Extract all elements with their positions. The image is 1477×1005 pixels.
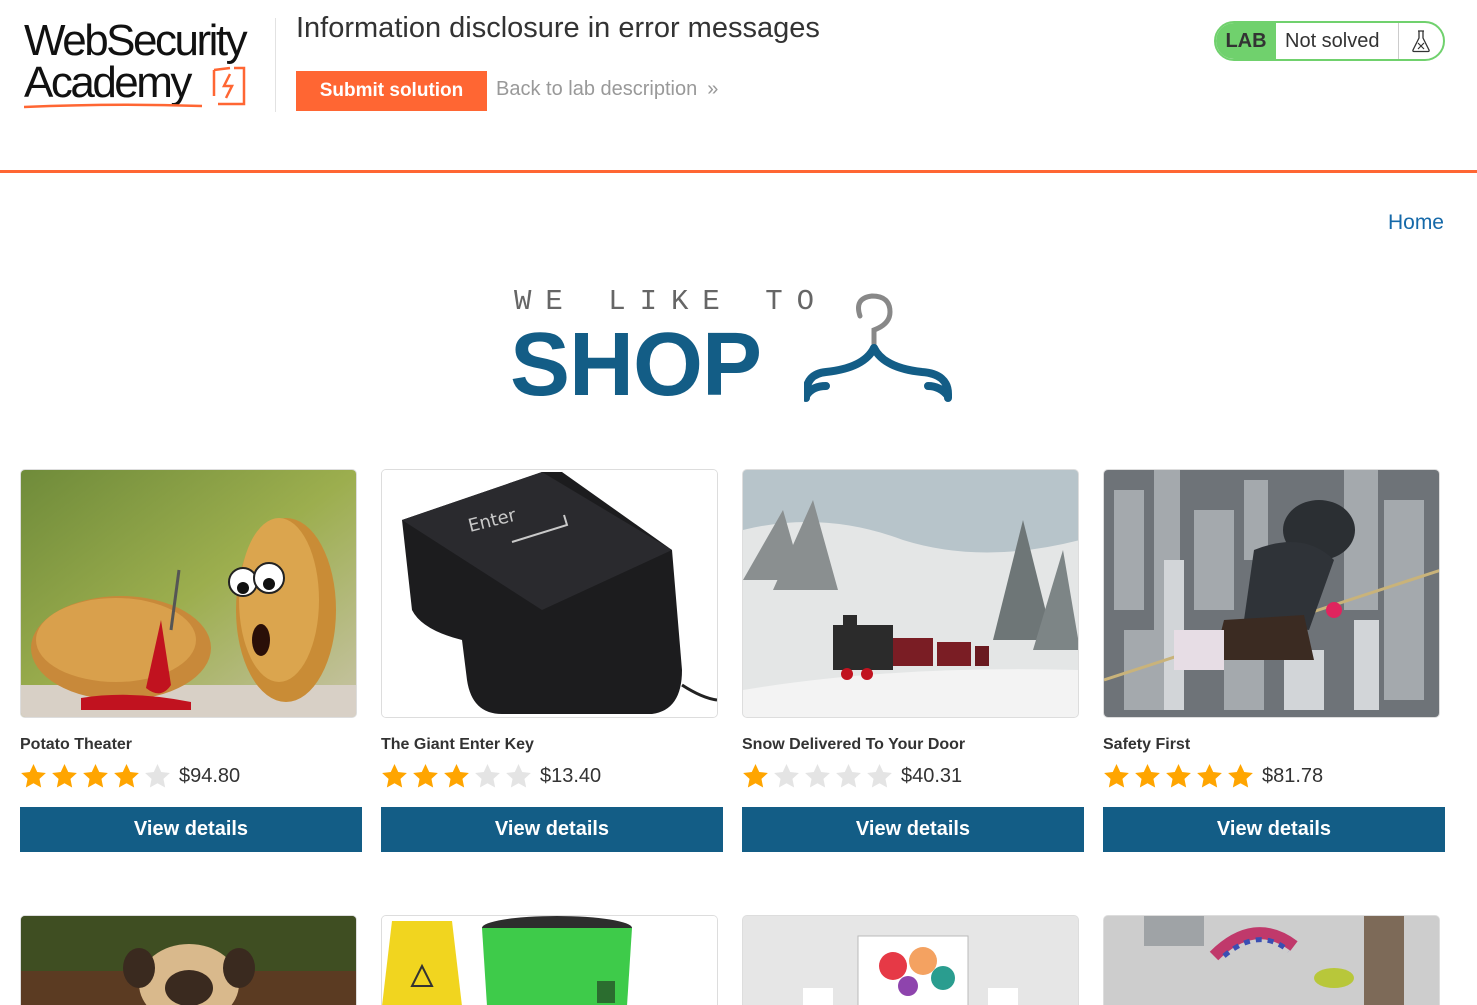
product-image-bucket: [381, 915, 718, 1005]
rating-stars: [742, 762, 897, 790]
flask-icon: [1398, 23, 1443, 59]
star-empty-icon: [144, 762, 175, 790]
star-filled-icon: [1227, 762, 1258, 790]
star-filled-icon: [51, 762, 82, 790]
star-empty-icon: [773, 762, 804, 790]
product-price: $13.40: [540, 764, 602, 787]
product-card: Enter The Giant Enter Key $13.40 View de…: [381, 469, 723, 852]
lab-status-widget: LAB Not solved: [1214, 21, 1445, 61]
product-name: Snow Delivered To Your Door: [742, 736, 966, 753]
product-rating: $13.40: [381, 761, 723, 791]
rating-stars: [20, 762, 175, 790]
product-image-pug: [20, 915, 357, 1005]
star-filled-icon: [1196, 762, 1227, 790]
double-chevron-right-icon: »: [707, 78, 718, 100]
banner-title: SHOP: [510, 315, 762, 415]
rating-stars: [381, 762, 536, 790]
star-filled-icon: [82, 762, 113, 790]
shop-banner: WE LIKE TO SHOP: [510, 285, 955, 415]
product-rating: $40.31: [742, 761, 1084, 791]
view-details-button[interactable]: View details: [20, 807, 362, 852]
product-name: The Giant Enter Key: [381, 736, 534, 753]
product-name: Safety First: [1103, 736, 1191, 753]
product-image-potato-theater: [20, 469, 357, 718]
star-filled-icon: [1165, 762, 1196, 790]
coat-hanger-icon: [804, 293, 952, 402]
web-security-academy-logo[interactable]: WebSecurity Academy: [24, 18, 274, 113]
logo-text-line2: Academy: [24, 58, 192, 107]
product-rating: $94.80: [20, 761, 362, 791]
star-filled-icon: [113, 762, 144, 790]
star-filled-icon: [1134, 762, 1165, 790]
star-empty-icon: [835, 762, 866, 790]
lab-badge: LAB: [1216, 23, 1276, 59]
product-image-safety-first: [1103, 469, 1440, 718]
star-filled-icon: [742, 762, 773, 790]
product-card: Potato Theater $94.80 View details: [20, 469, 362, 852]
product-card: Snow Delivered To Your Door $40.31 View …: [742, 469, 1084, 852]
logo-lightning-icon: [212, 66, 246, 106]
product-image-snow-train: [742, 469, 1079, 718]
logo-underline: [24, 103, 203, 109]
submit-solution-button[interactable]: Submit solution: [296, 71, 487, 111]
back-link-label: Back to lab description: [496, 78, 698, 100]
view-details-button[interactable]: View details: [381, 807, 723, 852]
view-details-button[interactable]: View details: [1103, 807, 1445, 852]
academy-header: WebSecurity Academy Information disclosu…: [0, 0, 1477, 173]
lab-title: Information disclosure in error messages: [296, 12, 820, 44]
header-divider: [275, 18, 276, 112]
star-filled-icon: [20, 762, 51, 790]
home-link[interactable]: Home: [1388, 211, 1444, 235]
star-empty-icon: [866, 762, 897, 790]
star-filled-icon: [443, 762, 474, 790]
back-to-lab-description-link[interactable]: Back to lab description »: [496, 78, 719, 101]
product-rating: $81.78: [1103, 761, 1445, 791]
star-filled-icon: [412, 762, 443, 790]
star-empty-icon: [474, 762, 505, 790]
product-image-colorful-display: [742, 915, 1079, 1005]
rating-stars: [1103, 762, 1258, 790]
star-filled-icon: [1103, 762, 1134, 790]
product-card: Safety First $81.78 View details: [1103, 469, 1445, 852]
product-image-giant-enter-key: Enter: [381, 469, 718, 718]
star-empty-icon: [505, 762, 536, 790]
product-image-striped-bike: [1103, 915, 1440, 1005]
star-filled-icon: [381, 762, 412, 790]
view-details-button[interactable]: View details: [742, 807, 1084, 852]
product-price: $40.31: [901, 764, 963, 787]
banner-tagline: WE LIKE TO: [514, 285, 829, 318]
product-name: Potato Theater: [20, 736, 133, 753]
lab-status-text: Not solved: [1285, 29, 1380, 52]
product-price: $94.80: [179, 764, 241, 787]
product-price: $81.78: [1262, 764, 1324, 787]
star-empty-icon: [804, 762, 835, 790]
